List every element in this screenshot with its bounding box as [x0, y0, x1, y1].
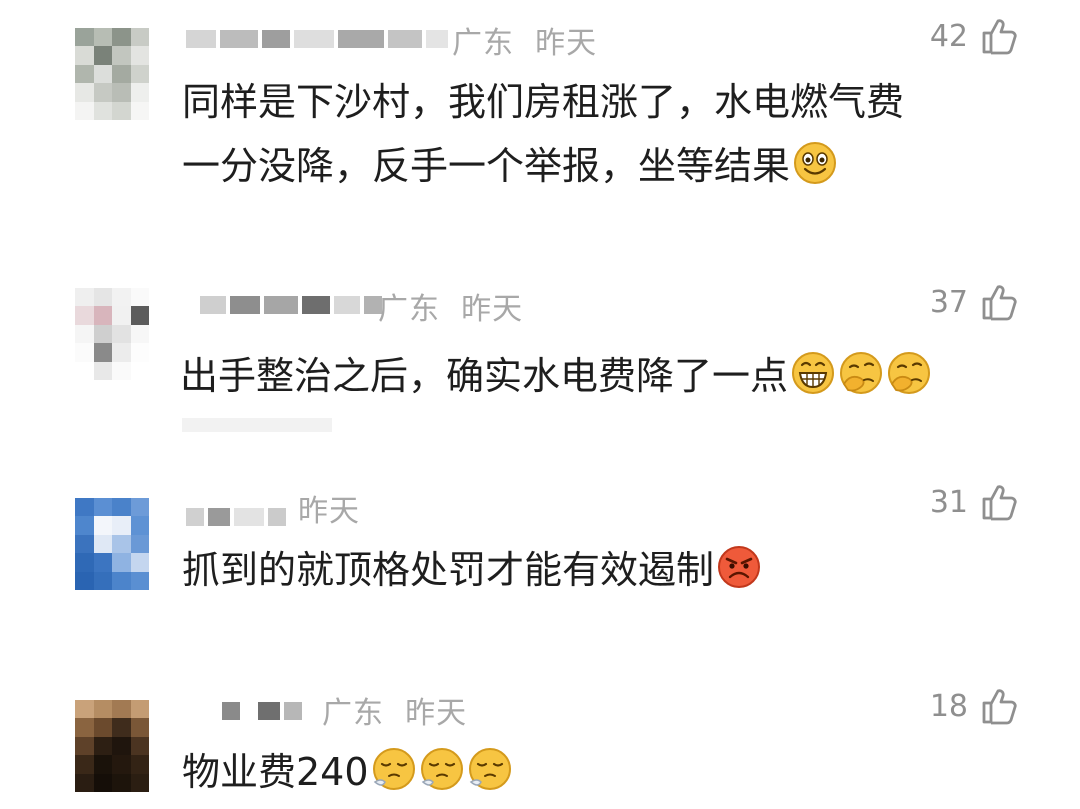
sigh-emoji-icon [419, 746, 465, 792]
comment-time: 昨天 [461, 292, 524, 327]
like-count: 18 [929, 688, 968, 724]
like-count: 42 [929, 18, 968, 54]
comment-text: 抓到的就顶格处罚才能有效遏制 [182, 538, 762, 602]
comment-text: 物业费240 [182, 740, 513, 804]
comment-time: 昨天 [298, 494, 360, 529]
comment-text: 出手整治之后，确实水电费降了一点 [180, 344, 932, 408]
comment-meta: 广东 昨天 [452, 18, 597, 62]
comment-text-line: 一分没降，反手一个举报，坐等结果 [182, 144, 791, 188]
like-button[interactable]: 18 [930, 686, 1018, 726]
comment-location: 广东 [452, 26, 514, 61]
grin-emoji-icon [790, 350, 836, 396]
angry-emoji-icon [716, 544, 762, 590]
thumbs-up-icon [982, 689, 1017, 725]
avatar[interactable] [75, 28, 149, 120]
blurred-reply-hint [182, 418, 332, 432]
like-count: 31 [929, 484, 968, 520]
thinking-emoji-icon [886, 350, 932, 396]
comment-text-line: 同样是下沙村，我们房租涨了，水电燃气费 [182, 80, 905, 124]
username-blurred[interactable] [222, 698, 302, 724]
sigh-emoji-icon [371, 746, 417, 792]
thumbs-up-icon [982, 285, 1017, 321]
comment-time: 昨天 [405, 696, 468, 731]
comment-meta: 广东 昨天 [322, 688, 467, 732]
username-blurred[interactable] [200, 292, 382, 318]
comment-text: 同样是下沙村，我们房租涨了，水电燃气费 一分没降，反手一个举报，坐等结果 [182, 70, 904, 198]
avatar[interactable] [75, 288, 149, 380]
comment-meta: 昨天 [298, 486, 360, 530]
like-count: 37 [929, 284, 968, 320]
comment-location: 广东 [378, 292, 440, 327]
username-blurred[interactable] [186, 504, 286, 530]
username-blurred[interactable] [186, 26, 448, 52]
comment-meta: 广东 昨天 [378, 284, 523, 328]
comment-text-line: 抓到的就顶格处罚才能有效遏制 [182, 548, 715, 592]
comment-text-line: 出手整治之后，确实水电费降了一点 [180, 354, 789, 398]
avatar[interactable] [75, 498, 149, 590]
like-button[interactable]: 31 [930, 482, 1018, 522]
sigh-emoji-icon [467, 746, 513, 792]
comment-text-line: 物业费240 [182, 750, 369, 794]
avatar[interactable] [75, 700, 149, 792]
thumbs-up-icon [982, 485, 1017, 521]
comment-location: 广东 [322, 696, 384, 731]
smile-emoji-icon [792, 140, 838, 186]
like-button[interactable]: 37 [930, 282, 1018, 322]
comment-time: 昨天 [535, 26, 598, 61]
like-button[interactable]: 42 [930, 16, 1018, 56]
thumbs-up-icon [982, 19, 1017, 55]
thinking-emoji-icon [838, 350, 884, 396]
